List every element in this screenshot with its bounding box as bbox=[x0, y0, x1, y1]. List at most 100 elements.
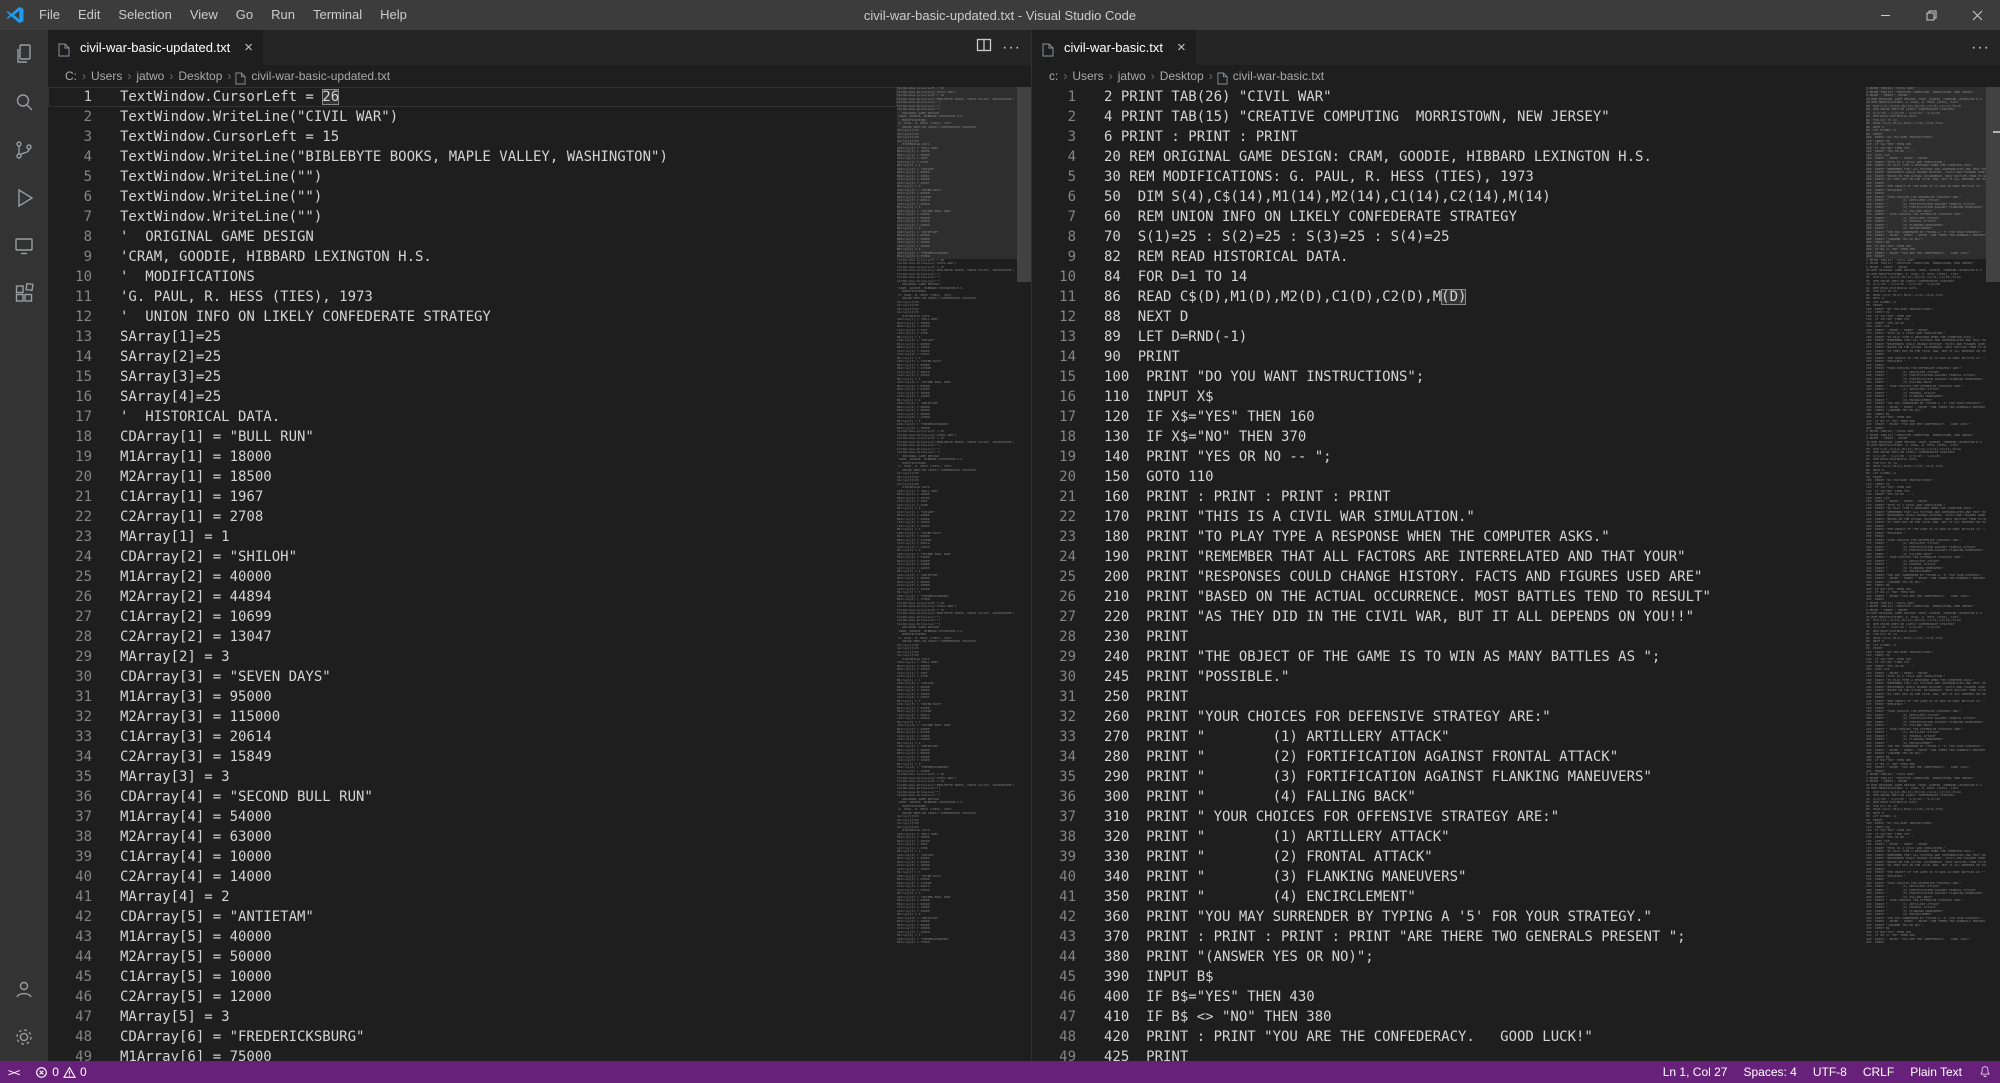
code-line[interactable]: 32 M2Array[3] = 115000 bbox=[48, 707, 897, 727]
code-line[interactable]: 24 CDArray[2] = "SHILOH" bbox=[48, 547, 897, 567]
code-line[interactable]: 13 SArray[1]=25 bbox=[48, 327, 897, 347]
code-line[interactable]: 47 410 IF B$ <> "NO" THEN 380 bbox=[1032, 1007, 1866, 1027]
search-icon[interactable] bbox=[0, 78, 48, 126]
code-line[interactable]: 22 170 PRINT "THIS IS A CIVIL WAR SIMULAT… bbox=[1032, 507, 1866, 527]
breadcrumb-item[interactable]: jatwo bbox=[135, 69, 165, 83]
code-line[interactable]: 10 ' MODIFICATIONS bbox=[48, 267, 897, 287]
code-line[interactable]: 9 'CRAM, GOODIE, HIBBARD LEXINGTON H.S. bbox=[48, 247, 897, 267]
code-line[interactable]: 19 140 PRINT "YES OR NO -- "; bbox=[1032, 447, 1866, 467]
breadcrumb-item[interactable]: civil-war-basic-updated.txt bbox=[250, 69, 391, 83]
code-editor-right[interactable]: 1 2 PRINT TAB(26) "CIVIL WAR" 2 4 PRINT TAB… bbox=[1032, 87, 2000, 1061]
run-and-debug-icon[interactable] bbox=[0, 174, 48, 222]
breadcrumb-item[interactable]: C: bbox=[64, 69, 78, 83]
code-line[interactable]: 41 MArray[4] = 2 bbox=[48, 887, 897, 907]
menu-run[interactable]: Run bbox=[262, 0, 304, 30]
code-line[interactable]: 29 240 PRINT "THE OBJECT OF THE GAME IS T… bbox=[1032, 647, 1866, 667]
code-line[interactable]: 16 SArray[4]=25 bbox=[48, 387, 897, 407]
code-line[interactable]: 10 84 FOR D=1 TO 14 bbox=[1032, 267, 1866, 287]
code-line[interactable]: 44 M2Array[5] = 50000 bbox=[48, 947, 897, 967]
code-line[interactable]: 30 CDArray[3] = "SEVEN DAYS" bbox=[48, 667, 897, 687]
code-line[interactable]: 27 C1Array[2] = 10699 bbox=[48, 607, 897, 627]
language-mode[interactable]: Plain Text bbox=[1902, 1061, 1970, 1083]
code-line[interactable]: 17 ' HISTORICAL DATA. bbox=[48, 407, 897, 427]
code-line[interactable]: 6 50 DIM S(4),C$(14),M1(14),M2(14),C1(14)… bbox=[1032, 187, 1866, 207]
code-line[interactable]: 43 M1Array[5] = 40000 bbox=[48, 927, 897, 947]
code-editor-left[interactable]: 1 TextWindow.CursorLeft = 26 2 TextWindow.W… bbox=[48, 87, 1031, 1061]
extensions-icon[interactable] bbox=[0, 270, 48, 318]
menu-terminal[interactable]: Terminal bbox=[304, 0, 371, 30]
code-line[interactable]: 20 M2Array[1] = 18500 bbox=[48, 467, 897, 487]
cursor-position[interactable]: Ln 1, Col 27 bbox=[1655, 1061, 1736, 1083]
code-line[interactable]: 5 30 REM MODIFICATIONS: G. PAUL, R. HESS … bbox=[1032, 167, 1866, 187]
code-line[interactable]: 21 C1Array[1] = 1967 bbox=[48, 487, 897, 507]
code-line[interactable]: 11 'G. PAUL, R. HESS (TIES), 1973 bbox=[48, 287, 897, 307]
breadcrumb-item[interactable]: Users bbox=[1071, 69, 1104, 83]
code-line[interactable]: 14 90 PRINT bbox=[1032, 347, 1866, 367]
code-line[interactable]: 23 MArray[1] = 1 bbox=[48, 527, 897, 547]
code-line[interactable]: 48 CDArray[6] = "FREDERICKSBURG" bbox=[48, 1027, 897, 1047]
tab-close-icon[interactable]: × bbox=[244, 40, 253, 55]
code-line[interactable]: 7 TextWindow.WriteLine("") bbox=[48, 207, 897, 227]
code-line[interactable]: 15 100 PRINT "DO YOU WANT INSTRUCTIONS"; bbox=[1032, 367, 1866, 387]
code-line[interactable]: 8 ' ORIGINAL GAME DESIGN bbox=[48, 227, 897, 247]
code-line[interactable]: 40 340 PRINT " (3) FLANKING MANEUVERS" bbox=[1032, 867, 1866, 887]
code-line[interactable]: 49 425 PRINT bbox=[1032, 1047, 1866, 1061]
menu-selection[interactable]: Selection bbox=[109, 0, 180, 30]
settings-gear-icon[interactable] bbox=[0, 1013, 48, 1061]
code-line[interactable]: 30 245 PRINT "POSSIBLE." bbox=[1032, 667, 1866, 687]
menu-view[interactable]: View bbox=[181, 0, 227, 30]
breadcrumb-item[interactable]: civil-war-basic.txt bbox=[1232, 69, 1325, 83]
code-line[interactable]: 1 2 PRINT TAB(26) "CIVIL WAR" bbox=[1032, 87, 1866, 107]
minimize-icon[interactable] bbox=[1862, 0, 1908, 30]
code-line[interactable]: 2 TextWindow.WriteLine("CIVIL WAR") bbox=[48, 107, 897, 127]
code-line[interactable]: 45 390 INPUT B$ bbox=[1032, 967, 1866, 987]
code-line[interactable]: 42 360 PRINT "YOU MAY SURRENDER BY TYPING… bbox=[1032, 907, 1866, 927]
code-line[interactable]: 32 260 PRINT "YOUR CHOICES FOR DEFENSIVE … bbox=[1032, 707, 1866, 727]
more-actions-icon[interactable]: ··· bbox=[1002, 39, 1021, 57]
tab-civil-war-basic[interactable]: civil-war-basic.txt × bbox=[1032, 30, 1196, 65]
indentation[interactable]: Spaces: 4 bbox=[1735, 1061, 1804, 1083]
code-line[interactable]: 26 M2Array[2] = 44894 bbox=[48, 587, 897, 607]
code-line[interactable]: 36 CDArray[4] = "SECOND BULL RUN" bbox=[48, 787, 897, 807]
code-line[interactable]: 23 180 PRINT "TO PLAY TYPE A RESPONSE WHE… bbox=[1032, 527, 1866, 547]
breadcrumb-item[interactable]: jatwo bbox=[1117, 69, 1147, 83]
code-line[interactable]: 34 280 PRINT " (2) FORTIFICATION AGAINST … bbox=[1032, 747, 1866, 767]
vertical-scrollbar[interactable] bbox=[1986, 87, 2000, 1061]
code-line[interactable]: 49 M1Array[6] = 75000 bbox=[48, 1047, 897, 1061]
code-line[interactable]: 28 C2Array[2] = 13047 bbox=[48, 627, 897, 647]
menu-edit[interactable]: Edit bbox=[69, 0, 109, 30]
code-line[interactable]: 16 110 INPUT X$ bbox=[1032, 387, 1866, 407]
remote-explorer-icon[interactable] bbox=[0, 222, 48, 270]
more-actions-icon[interactable]: ··· bbox=[1971, 39, 1990, 57]
code-line[interactable]: 39 330 PRINT " (2) FRONTAL ATTACK" bbox=[1032, 847, 1866, 867]
tab-civil-war-basic-updated[interactable]: civil-war-basic-updated.txt × bbox=[48, 30, 264, 65]
vertical-scrollbar[interactable] bbox=[1017, 87, 1031, 1061]
code-line[interactable]: 46 C2Array[5] = 12000 bbox=[48, 987, 897, 1007]
explorer-icon[interactable] bbox=[0, 30, 48, 78]
code-line[interactable]: 2 4 PRINT TAB(15) "CREATIVE COMPUTING MOR… bbox=[1032, 107, 1866, 127]
code-line[interactable]: 21 160 PRINT : PRINT : PRINT : PRINT bbox=[1032, 487, 1866, 507]
code-line[interactable]: 3 TextWindow.CursorLeft = 15 bbox=[48, 127, 897, 147]
code-line[interactable]: 44 380 PRINT "(ANSWER YES OR NO)"; bbox=[1032, 947, 1866, 967]
code-line[interactable]: 38 M2Array[4] = 63000 bbox=[48, 827, 897, 847]
encoding[interactable]: UTF-8 bbox=[1805, 1061, 1855, 1083]
menu-go[interactable]: Go bbox=[227, 0, 262, 30]
code-line[interactable]: 11 86 READ C$(D),M1(D),M2(D),C1(D),C2(D),… bbox=[1032, 287, 1866, 307]
breadcrumb-item[interactable]: Desktop bbox=[177, 69, 223, 83]
breadcrumb-item[interactable]: Desktop bbox=[1159, 69, 1205, 83]
code-line[interactable]: 31 250 PRINT bbox=[1032, 687, 1866, 707]
code-line[interactable]: 4 TextWindow.WriteLine("BIBLEBYTE BOOKS, … bbox=[48, 147, 897, 167]
minimap[interactable]: TextWindow.CursorLeft = 26 TextWindow.Wri… bbox=[897, 87, 1017, 1061]
code-line[interactable]: 28 230 PRINT bbox=[1032, 627, 1866, 647]
code-line[interactable]: 4 20 REM ORIGINAL GAME DESIGN: CRAM, GOOD… bbox=[1032, 147, 1866, 167]
code-line[interactable]: 19 M1Array[1] = 18000 bbox=[48, 447, 897, 467]
code-line[interactable]: 34 C2Array[3] = 15849 bbox=[48, 747, 897, 767]
scrollbar-thumb[interactable] bbox=[1017, 87, 1031, 282]
breadcrumb-item[interactable]: Users bbox=[90, 69, 123, 83]
code-line[interactable]: 41 350 PRINT " (4) ENCIRCLEMENT" bbox=[1032, 887, 1866, 907]
code-line[interactable]: 12 ' UNION INFO ON LIKELY CONFEDERATE STR… bbox=[48, 307, 897, 327]
code-line[interactable]: 22 C2Array[1] = 2708 bbox=[48, 507, 897, 527]
code-line[interactable]: 24 190 PRINT "REMEMBER THAT ALL FACTORS A… bbox=[1032, 547, 1866, 567]
code-line[interactable]: 8 70 S(1)=25 : S(2)=25 : S(3)=25 : S(4)=2… bbox=[1032, 227, 1866, 247]
code-line[interactable]: 7 60 REM UNION INFO ON LIKELY CONFEDERATE… bbox=[1032, 207, 1866, 227]
